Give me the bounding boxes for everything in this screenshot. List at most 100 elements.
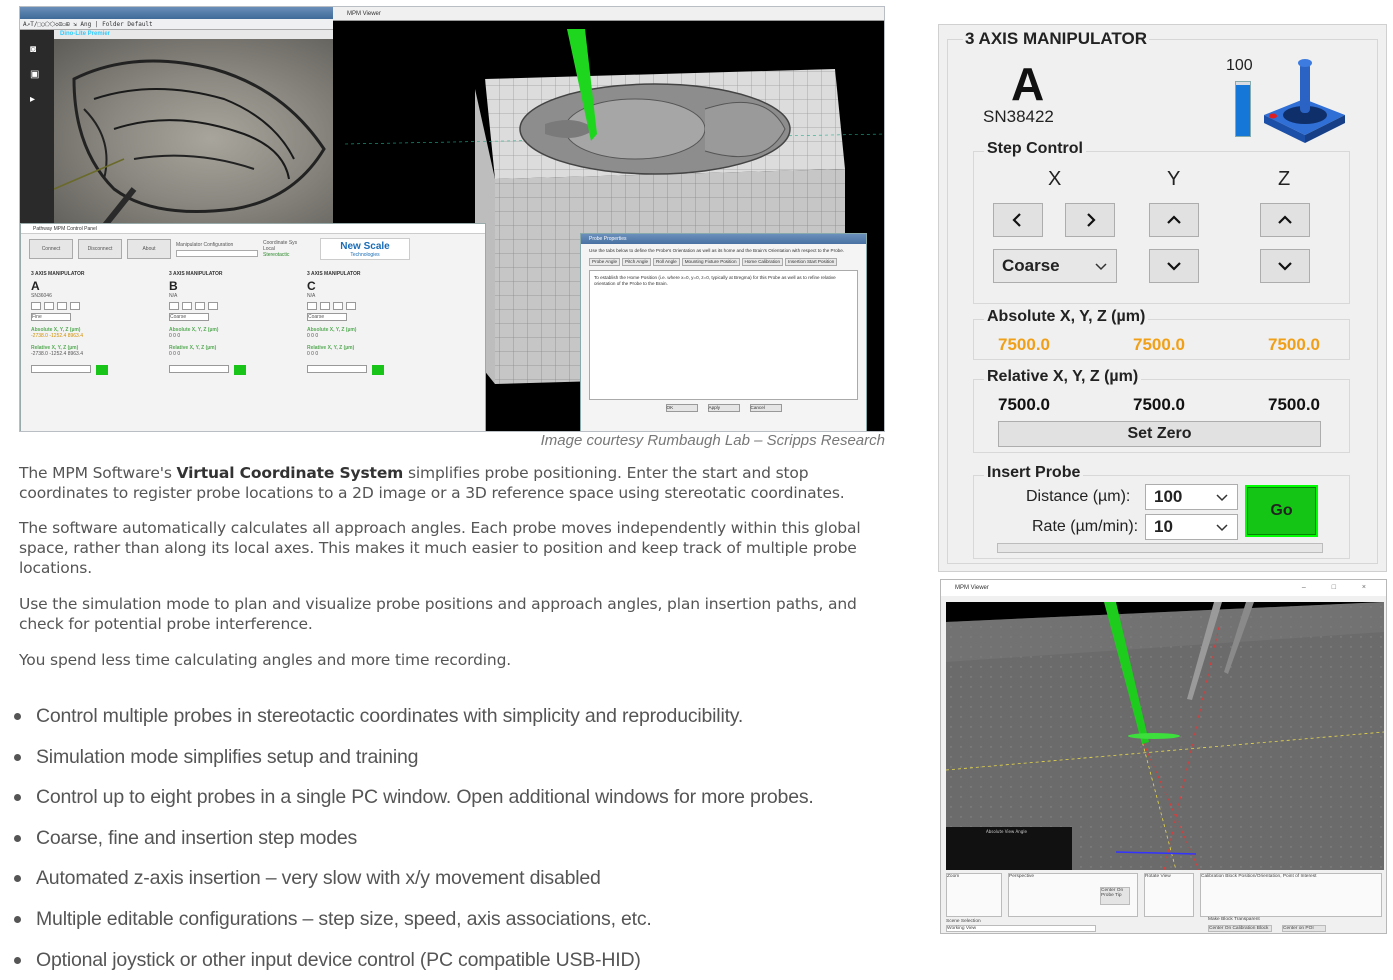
probe-properties-body: Use the tabs below to define the Probe's… <box>581 244 866 416</box>
distance-select[interactable]: 100 <box>1145 484 1238 510</box>
rotate-view-box: Rotate View <box>1144 873 1194 917</box>
insert-progress-bar <box>997 543 1323 553</box>
chevron-down-icon <box>1095 263 1107 271</box>
z-plus-button[interactable] <box>1260 203 1310 237</box>
props-intro: Use the tabs below to define the Probe's… <box>589 248 845 253</box>
list-item: Simulation mode simplifies setup and tra… <box>12 743 902 784</box>
perspective-label: Perspective <box>1009 874 1035 879</box>
manipulator-letter: A <box>31 279 40 293</box>
joystick-icon <box>1264 59 1345 143</box>
manipulator-header: 3 AXIS MANIPULATOR <box>31 271 85 277</box>
window-controls[interactable]: – □ × <box>1302 580 1378 596</box>
x-minus-button[interactable] <box>993 203 1043 237</box>
dino-titlebar <box>20 7 339 19</box>
logo-main: New Scale <box>340 240 390 252</box>
calibration-label: Calibration Block Position/Orientation, … <box>1201 874 1317 879</box>
image-caption: Image courtesy Rumbaugh Lab – Scripps Re… <box>540 432 885 449</box>
dino-side-toolbar: ◙ ▣ ▸ <box>20 30 54 239</box>
coord-sys: Coordinate Sys Local Stereotactic <box>263 240 315 258</box>
make-block-transparent-checkbox[interactable]: Make Block Transparent <box>1208 917 1260 922</box>
tab-roll-angle[interactable]: Roll Angle <box>653 258 680 266</box>
coord-option-stereotactic[interactable]: Stereotactic <box>263 252 315 258</box>
axis-x-label: X <box>1048 168 1062 190</box>
viewer2-3d-scene: Absolute View Angle <box>946 602 1384 870</box>
chevron-down-icon <box>1216 524 1228 532</box>
insert-row <box>31 365 157 375</box>
center-poi-button[interactable]: Center on POI <box>1282 925 1326 932</box>
about-button[interactable]: About <box>127 239 171 259</box>
mini-go-button[interactable] <box>372 365 384 375</box>
mpm-viewer-window-2: MPM Viewer – □ × Absolute View Angle Zoo… <box>940 579 1387 934</box>
step-select: Coarse <box>169 313 295 321</box>
mini-go-button[interactable] <box>234 365 246 375</box>
center-probe-tip-button[interactable]: Center On Probe Tip <box>1100 887 1130 905</box>
dino-toolbar: A↗T/⬚◯⬠⬡◇⊡▭⊞ ⇲ Ang | Folder Default <box>20 19 339 30</box>
tab-insertion-start[interactable]: Insertion Start Position <box>785 258 838 266</box>
manipulator-column-b: 3 AXIS MANIPULATOR B N/A Coarse Absolute… <box>165 268 299 428</box>
list-item: Coarse, fine and insertion step modes <box>12 824 902 865</box>
scene-select[interactable]: Working View <box>946 925 1096 932</box>
relative-z: 7500.0 <box>1268 395 1320 414</box>
set-zero-button[interactable]: Set Zero <box>998 421 1321 447</box>
rotate-view-label: Rotate View <box>1145 874 1171 879</box>
cancel-button[interactable]: Cancel <box>749 404 782 412</box>
props-buttons: OK Apply Cancel <box>589 404 858 412</box>
chevron-down-icon <box>1216 494 1228 502</box>
dino-app-title: Dino-Lite Premier <box>60 31 111 37</box>
go-button[interactable]: Go <box>1245 485 1318 537</box>
tab-pitch-angle[interactable]: Pitch Angle <box>622 258 652 266</box>
y-minus-button[interactable] <box>1149 249 1199 283</box>
control-panel-window: Pathway MPM Control Panel Connect Discon… <box>20 223 486 431</box>
manipulator-config-select[interactable] <box>176 249 258 257</box>
x-plus-button[interactable] <box>1065 203 1115 237</box>
center-calibration-button[interactable]: Center On Calibration Block <box>1208 925 1272 932</box>
tab-probe-angle[interactable]: Probe Angle <box>589 258 621 266</box>
disconnect-button[interactable]: Disconnect <box>78 239 122 259</box>
control-panel-titlebar: Pathway MPM Control Panel <box>21 224 485 234</box>
step-select: Coarse <box>307 313 433 321</box>
step-control-title: Step Control <box>984 140 1086 158</box>
rate-select[interactable]: 10 <box>1145 514 1238 540</box>
list-item: Control multiple probes in stereotactic … <box>12 702 902 743</box>
pointer-icon: ▸ <box>30 94 36 105</box>
ok-button[interactable]: OK <box>665 404 698 412</box>
absolute-z: 7500.0 <box>1268 335 1320 354</box>
manipulator-letter: B <box>169 279 178 293</box>
step-buttons <box>169 302 295 310</box>
chevron-down-icon <box>1278 262 1292 271</box>
manipulator-config-label: Manipulator Configuration <box>176 241 234 248</box>
mini-go-button[interactable] <box>96 365 108 375</box>
feature-list: Control multiple probes in stereotactic … <box>12 702 902 980</box>
step-mode-select[interactable]: Coarse <box>993 249 1117 283</box>
abs-values: 0 0 0 <box>307 333 319 339</box>
tab-home-calibration[interactable]: Home Calibration <box>741 258 784 266</box>
step-buttons <box>307 302 433 310</box>
list-item: Optional joystick or other input device … <box>12 946 902 980</box>
manipulator-header: 3 AXIS MANIPULATOR <box>307 271 361 277</box>
z-minus-button[interactable] <box>1260 249 1310 283</box>
apply-button[interactable]: Apply <box>707 404 740 412</box>
absolute-y: 7500.0 <box>1133 335 1185 354</box>
rate-label: Rate (µm/min): <box>1032 518 1139 535</box>
axis-z-label: Z <box>1278 168 1291 190</box>
tab-mounting[interactable]: Mounting Fixture Position <box>681 258 740 266</box>
chevron-left-icon <box>1012 213 1021 227</box>
insert-probe-title: Insert Probe <box>984 464 1084 482</box>
distance-value: 100 <box>1154 487 1183 506</box>
y-plus-button[interactable] <box>1149 203 1199 237</box>
zoom-box: Zoom <box>946 873 1002 917</box>
step-control-group: Step Control X Y Z Coarse <box>973 140 1350 304</box>
paragraph-virtual-coordinate: The MPM Software's Virtual Coordinate Sy… <box>19 463 889 503</box>
scene-selection-label: Scene Selection <box>946 919 981 924</box>
viewer2-titlebar: MPM Viewer – □ × <box>941 580 1386 596</box>
insert-row <box>307 365 433 375</box>
level-fill <box>1236 84 1250 136</box>
connect-button[interactable]: Connect <box>29 239 73 259</box>
chevron-down-icon <box>1167 262 1181 271</box>
absolute-title: Absolute X, Y, Z (µm) <box>984 308 1149 326</box>
software-screenshot: A↗T/⬚◯⬠⬡◇⊡▭⊞ ⇲ Ang | Folder Default ◙ ▣ … <box>19 6 885 432</box>
chevron-right-icon <box>1087 213 1096 227</box>
props-tab-content: To establish the Home Position (i.e. whe… <box>589 270 858 400</box>
brain-section-image <box>54 59 326 239</box>
step-buttons <box>31 302 157 310</box>
